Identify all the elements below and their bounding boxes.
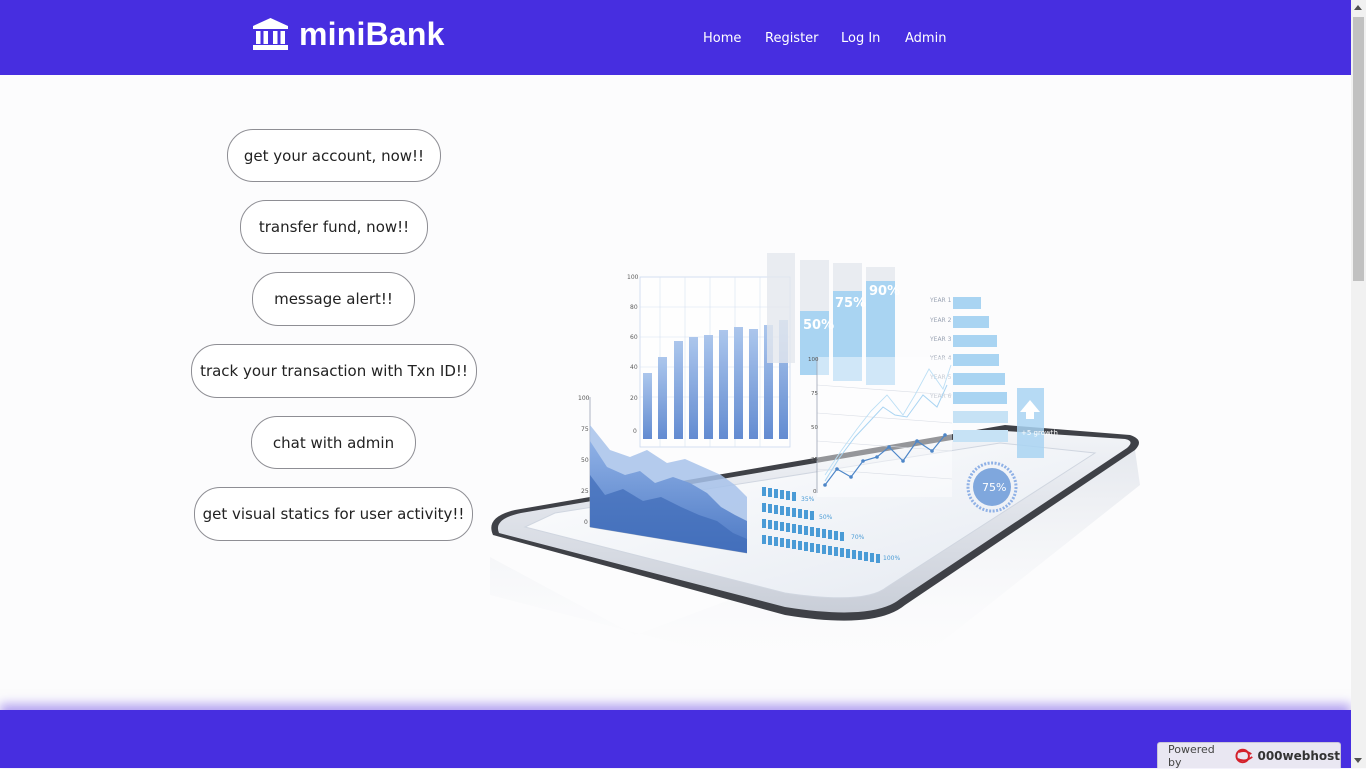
nav-register[interactable]: Register <box>765 31 819 46</box>
bar-axis-tick: 80 <box>630 304 638 311</box>
bar-axis-tick: 0 <box>633 428 637 435</box>
bar-chart-panel: 100 80 60 40 20 0 <box>627 274 791 448</box>
bank-icon <box>253 18 288 50</box>
nav-login[interactable]: Log In <box>841 31 880 46</box>
webhost-logo-icon <box>1235 748 1254 763</box>
bar-axis-tick: 60 <box>630 334 638 341</box>
brand-name: miniBank <box>299 15 445 52</box>
nav-home[interactable]: Home <box>703 31 741 46</box>
bar-axis-tick: 100 <box>627 274 639 281</box>
scroll-up-arrow-icon[interactable] <box>1354 5 1362 10</box>
track-transaction-button[interactable]: track your transaction with Txn ID!! <box>191 344 477 398</box>
area-axis-tick: 75 <box>581 426 589 433</box>
percent-label: 50% <box>803 318 834 333</box>
line-axis-tick: 75 <box>811 391 818 397</box>
bar-axis-tick: 40 <box>630 364 638 371</box>
percent-label: 75% <box>835 296 866 311</box>
nav-admin[interactable]: Admin <box>905 31 946 46</box>
transfer-fund-button[interactable]: transfer fund, now!! <box>240 200 428 254</box>
message-alert-button[interactable]: message alert!! <box>252 272 415 326</box>
line-axis-tick: 25 <box>811 457 818 463</box>
line-chart-panel: 100 75 50 25 0 <box>808 357 953 497</box>
progress-label: 100% <box>883 555 900 562</box>
svg-text:YEAR 1: YEAR 1 <box>929 297 952 304</box>
svg-text:YEAR 3: YEAR 3 <box>929 336 952 343</box>
powered-by-label: Powered by <box>1168 742 1215 769</box>
chat-admin-button[interactable]: chat with admin <box>251 416 416 469</box>
area-axis-tick: 100 <box>578 395 590 402</box>
scrollbar-thumb[interactable] <box>1353 17 1364 281</box>
area-axis-tick: 0 <box>584 519 588 526</box>
page-scrollbar[interactable] <box>1351 0 1366 768</box>
footer-bar <box>0 710 1351 768</box>
hero-illustration: 100 80 60 40 20 0 50% 75% 90% YEAR 1 YEA… <box>490 253 1140 695</box>
bar-axis-tick: 20 <box>630 395 638 402</box>
line-axis-tick: 0 <box>813 489 817 495</box>
top-navbar: miniBank Home Register Log In Admin <box>0 0 1351 75</box>
line-axis-tick: 50 <box>811 425 818 431</box>
gauge-label: 75% <box>982 481 1006 494</box>
line-axis-tick: 100 <box>808 357 819 363</box>
brand[interactable]: miniBank <box>252 14 445 54</box>
svg-text:YEAR 2: YEAR 2 <box>929 317 952 324</box>
powered-by-badge[interactable]: Powered by 000webhost <box>1157 742 1341 769</box>
growth-label: +5 growth <box>1021 429 1058 437</box>
progress-label: 70% <box>851 534 865 541</box>
progress-label: 50% <box>819 514 833 521</box>
webhost-name: 000webhost <box>1257 748 1340 763</box>
area-axis-tick: 50 <box>581 457 589 464</box>
percent-label: 90% <box>869 284 900 299</box>
visual-statistics-button[interactable]: get visual statics for user activity!! <box>194 487 473 541</box>
get-account-button[interactable]: get your account, now!! <box>227 129 441 182</box>
progress-label: 35% <box>801 496 815 503</box>
scroll-down-arrow-icon[interactable] <box>1354 758 1362 763</box>
area-axis-tick: 25 <box>581 488 589 495</box>
